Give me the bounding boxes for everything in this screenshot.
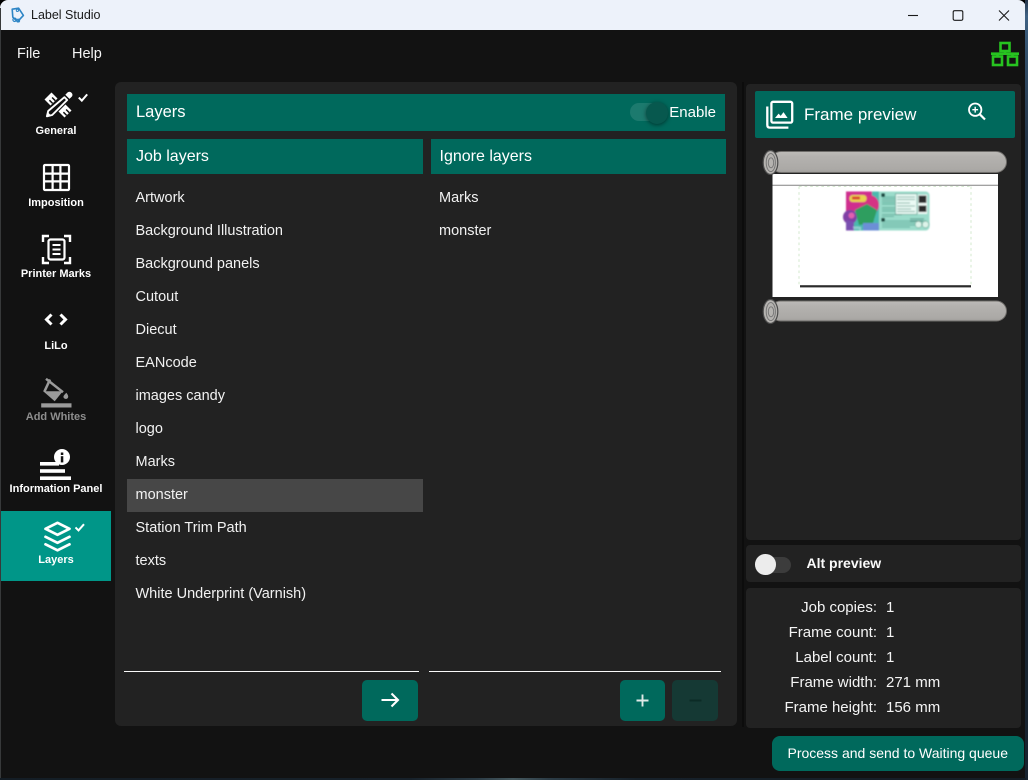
svg-text:500g: 500g <box>853 226 861 230</box>
